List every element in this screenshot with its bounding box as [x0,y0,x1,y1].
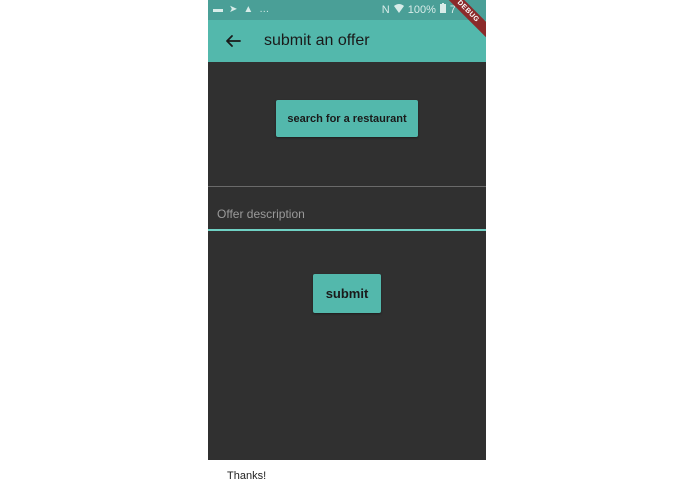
phone-screen: ▬ ➤ ▲ … N 100% 7 submit an offer DEBUG s… [208,0,486,460]
status-bar: ▬ ➤ ▲ … N 100% 7 [208,0,486,20]
nfc-icon: N [381,4,390,16]
more-icon: … [259,4,270,15]
page-title: submit an offer [264,32,370,49]
notification-icon-1: ▬ [213,4,223,15]
back-button[interactable] [220,28,246,54]
warning-icon: ▲ [243,4,254,15]
battery-percent: 100% [407,4,436,16]
wifi-icon [393,0,404,20]
caption-text: Thanks! [227,470,267,482]
system-icons: N 100% 7 [382,0,456,20]
notification-icon-2: ➤ [229,4,238,15]
notification-icons: ▬ ➤ ▲ … [213,0,269,20]
arrow-back-icon [226,35,241,47]
submit-button[interactable]: submit [313,274,381,313]
battery-icon [439,0,446,20]
app-bar: submit an offer [208,20,486,62]
search-restaurant-button[interactable]: search for a restaurant [276,100,418,137]
offer-description-input[interactable] [208,187,486,231]
